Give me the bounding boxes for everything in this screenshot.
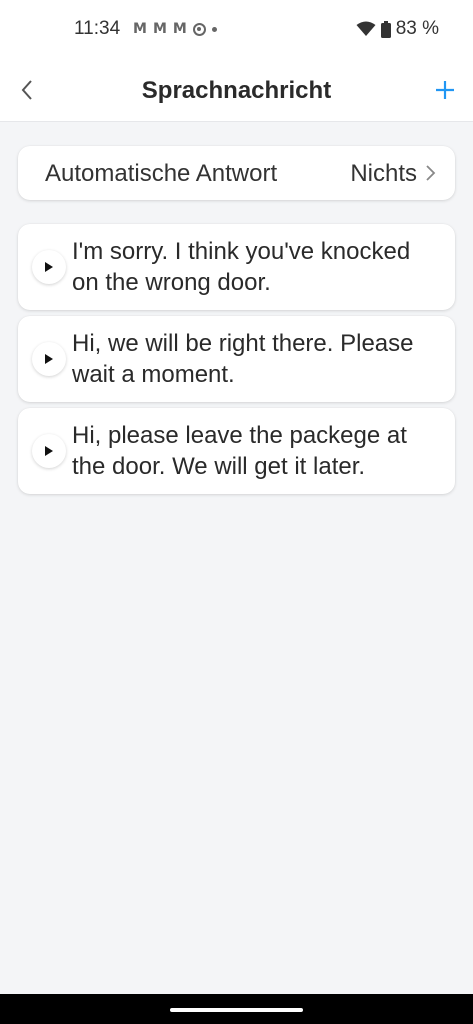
voice-message-text: I'm sorry. I think you've knocked on the… bbox=[72, 238, 411, 296]
dot-icon bbox=[211, 26, 217, 32]
status-bar: 11:34 M M M 83 % bbox=[0, 0, 473, 60]
auto-reply-value: Nichts bbox=[350, 160, 417, 187]
auto-reply-row[interactable]: Automatische Antwort Nichts bbox=[18, 146, 455, 200]
play-icon bbox=[45, 446, 53, 456]
play-button[interactable] bbox=[32, 250, 66, 284]
voice-message-card[interactable]: I'm sorry. I think you've knocked on the… bbox=[18, 224, 455, 310]
page-title: Sprachnachricht bbox=[141, 77, 332, 104]
notification-icons: M M M bbox=[133, 21, 217, 37]
play-icon bbox=[45, 354, 53, 364]
sync-icon bbox=[192, 22, 206, 36]
play-button[interactable] bbox=[32, 434, 66, 468]
app-bar: Sprachnachricht bbox=[0, 60, 473, 122]
gmail-icon: M bbox=[133, 21, 147, 37]
voice-message-card[interactable]: Hi, we will be right there. Please wait … bbox=[18, 316, 455, 402]
plus-icon bbox=[436, 81, 454, 99]
status-time: 11:34 bbox=[74, 18, 121, 39]
voice-message-card[interactable]: Hi, please leave the packege at the door… bbox=[18, 408, 455, 494]
gmail-icon: M bbox=[172, 21, 187, 37]
add-button[interactable] bbox=[427, 72, 463, 108]
play-button[interactable] bbox=[32, 342, 66, 376]
auto-reply-label: Automatische Antwort bbox=[45, 160, 278, 187]
system-nav-bar bbox=[0, 994, 473, 1024]
chevron-right-icon bbox=[426, 165, 436, 181]
home-gesture-handle[interactable] bbox=[170, 1008, 303, 1012]
wifi-icon bbox=[356, 21, 376, 36]
voice-message-text: Hi, we will be right there. Please wait … bbox=[72, 330, 414, 388]
voice-message-text: Hi, please leave the packege at the door… bbox=[72, 422, 407, 480]
status-right: 83 % bbox=[356, 18, 439, 40]
gmail-icon: M bbox=[152, 21, 167, 37]
battery-percent: 83 % bbox=[395, 18, 439, 39]
battery-icon bbox=[380, 20, 391, 38]
play-icon bbox=[45, 262, 53, 272]
